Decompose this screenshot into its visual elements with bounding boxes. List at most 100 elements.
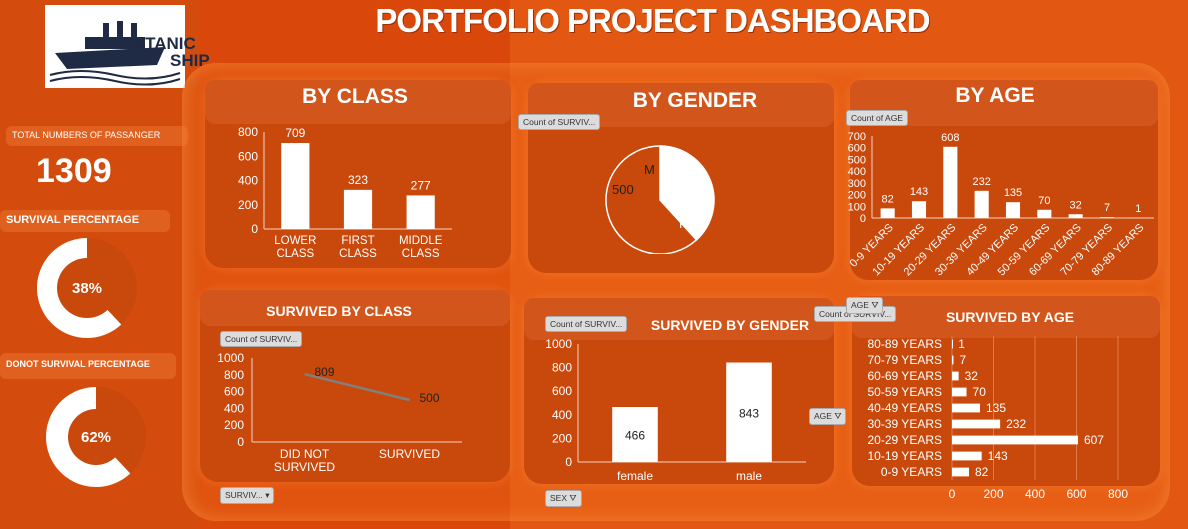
- age-filter-chip[interactable]: AGE ⛛: [809, 408, 847, 425]
- y-tick-label: 200: [848, 190, 866, 202]
- y-tick-label: 40-49 YEARS: [868, 401, 943, 415]
- x-tick-label: female: [617, 469, 653, 483]
- bar: [1037, 209, 1052, 218]
- y-tick-label: 60-69 YEARS: [868, 369, 943, 383]
- count-survived-chip-class[interactable]: Count of SURVIV...: [220, 331, 303, 347]
- bar: [1068, 214, 1083, 218]
- filter-icon: ⛛: [871, 300, 879, 310]
- age-filter-label: AGE: [851, 300, 869, 310]
- x-tick-label: CLASS: [402, 248, 440, 260]
- not-survival-percentage-label: DONOT SURVIVAL PERCENTAGE: [0, 353, 176, 379]
- y-tick-label: 200: [224, 418, 244, 432]
- bar: [281, 143, 310, 229]
- y-tick-label: 600: [848, 143, 866, 155]
- y-tick-label: 800: [238, 125, 258, 139]
- bar: [880, 208, 895, 218]
- y-tick-label: 400: [238, 174, 258, 188]
- data-label: 70: [1038, 195, 1050, 207]
- y-tick-label: 0: [237, 435, 244, 449]
- bar: [974, 190, 989, 218]
- y-tick-label: 800: [224, 368, 244, 382]
- count-survived-chip-gender[interactable]: Count of SURVIV...: [518, 114, 601, 130]
- x-tick-label: 0: [949, 487, 956, 501]
- survived-by-class-chart: 02004006008001000809DID NOTSURVIVED500SU…: [217, 351, 462, 474]
- survived-by-class-title: SURVIVED BY CLASS: [266, 303, 412, 319]
- data-label: 1: [958, 337, 965, 351]
- total-passenger-value: 1309: [36, 152, 112, 190]
- y-tick-label: 400: [552, 408, 572, 422]
- bar: [1005, 202, 1021, 218]
- survival-percentage-label: SURVIVAL PERCENTAGE: [0, 210, 170, 232]
- data-label: 143: [988, 449, 1008, 463]
- bar: [952, 355, 954, 365]
- logo-text-ship: SHIP: [170, 51, 210, 70]
- count-survived-chip-sgender[interactable]: Count of SURVIV...: [545, 316, 628, 332]
- age-filter-chip-top[interactable]: AGE ⛛: [846, 297, 884, 314]
- y-tick-label: 600: [552, 384, 572, 398]
- y-tick-label: 200: [552, 431, 572, 445]
- x-tick-label: MIDDLE: [399, 235, 443, 247]
- y-tick-label: 300: [848, 178, 866, 190]
- y-tick-label: 50-59 YEARS: [868, 385, 943, 399]
- x-tick-label: DID NOT: [280, 447, 330, 461]
- data-label: 143: [910, 186, 928, 198]
- by-class-chart: 0200400600800 709LOWERCLASS323FIRSTCLASS2…: [238, 125, 452, 260]
- y-tick-label: 1000: [217, 351, 244, 365]
- x-tick-label: 600: [1066, 487, 1086, 501]
- x-tick-label: CLASS: [276, 248, 314, 260]
- data-label: 7: [959, 353, 966, 367]
- survived-by-gender-chart: 0 200 400 600 800 1000 466 female 843 male: [545, 337, 806, 483]
- by-gender-title: BY GENDER: [632, 89, 758, 112]
- bar: [952, 403, 981, 413]
- data-label: 500: [420, 391, 440, 405]
- total-passenger-label: TOTAL NUMBERS OF PASSANGER: [6, 126, 188, 146]
- y-tick-label: 500: [848, 154, 866, 166]
- data-label: 709: [285, 126, 305, 140]
- y-tick-label: 80-89 YEARS: [868, 337, 943, 351]
- survived-filter-chip[interactable]: SURVIV... ▾: [220, 487, 275, 504]
- not-survival-donut: 62%: [45, 387, 146, 487]
- data-label: 323: [348, 173, 368, 187]
- bar: [952, 339, 953, 349]
- data-label: 232: [972, 176, 990, 188]
- by-gender-chart: M 500 809 F: [605, 145, 715, 254]
- bar: [952, 387, 967, 397]
- survived-by-age-title: SURVIVED BY AGE: [945, 309, 1075, 325]
- survived-filter-label: SURVIV...: [225, 490, 263, 500]
- bar: [952, 435, 1078, 445]
- bar: [952, 419, 1001, 429]
- y-tick-label: 600: [224, 385, 244, 399]
- data-label: 232: [1006, 417, 1026, 431]
- filter-icon: ⛛: [569, 493, 577, 503]
- by-age-title: BY AGE: [955, 84, 1035, 107]
- page-title: PORTFOLIO PROJECT DASHBOARD: [375, 2, 930, 39]
- survived-by-age-chart: 0 200 400 600 800 80-89 YEARS 1 70-79 YEARS 7 60-…: [868, 336, 1128, 501]
- y-tick-label: 400: [848, 166, 866, 178]
- y-tick-label: 0: [565, 455, 572, 469]
- data-label: 135: [986, 401, 1006, 415]
- data-label: 7: [1104, 202, 1110, 214]
- count-age-chip[interactable]: Count of AGE: [846, 110, 908, 126]
- x-tick-label: 200: [983, 487, 1003, 501]
- y-tick-label: 200: [238, 198, 258, 212]
- x-tick-label: CLASS: [339, 248, 377, 260]
- data-label: 466: [625, 429, 645, 443]
- y-tick-label: 100: [848, 201, 866, 213]
- logo-text-titanic: TITANIC: [130, 34, 196, 53]
- survival-donut: 38%: [36, 238, 137, 338]
- y-tick-label: 70-79 YEARS: [868, 353, 943, 367]
- filter-icon: ⛛: [834, 411, 842, 421]
- data-label: 32: [1070, 199, 1082, 211]
- y-tick-label: 20-29 YEARS: [868, 433, 943, 447]
- sex-filter-chip[interactable]: SEX ⛛: [545, 490, 582, 507]
- logo-text: TITANIC SHIP: [130, 35, 210, 69]
- data-label: 607: [1084, 433, 1104, 447]
- y-tick-label: 600: [238, 149, 258, 163]
- x-tick-label: SURVIVED: [379, 447, 440, 461]
- x-tick-label: 400: [1025, 487, 1045, 501]
- data-label: 608: [941, 132, 959, 144]
- y-tick-label: 800: [552, 361, 572, 375]
- bar: [911, 201, 927, 218]
- data-label: 277: [411, 178, 431, 192]
- x-tick-label: LOWER: [274, 235, 316, 247]
